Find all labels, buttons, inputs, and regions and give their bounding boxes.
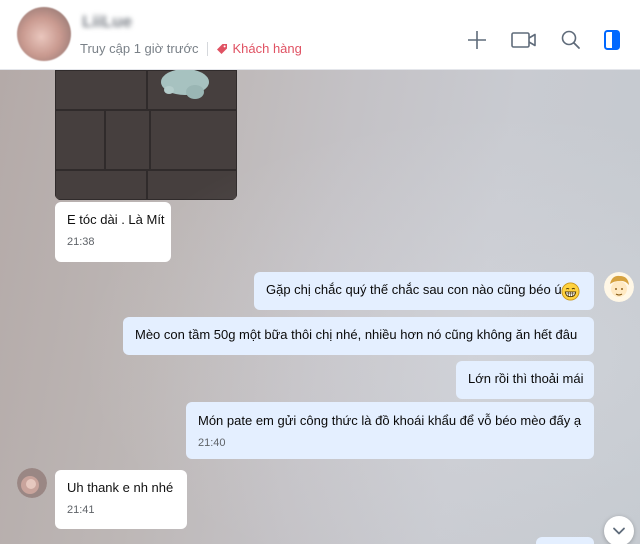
message-outgoing-partial[interactable] — [536, 537, 594, 544]
conversation-area[interactable]: E tóc dài . Là Mít 21:38 Gặp chị chắc qu… — [0, 70, 640, 544]
message-time: 21:40 — [198, 437, 226, 449]
customer-tag-label[interactable]: Khách hàng — [232, 41, 301, 56]
chat-header: LiiLue Truy cập 1 giờ trước Khách hàng — [0, 0, 640, 70]
last-seen-text: Truy cập 1 giờ trước — [80, 41, 199, 56]
scroll-to-bottom-button[interactable] — [604, 516, 634, 544]
my-avatar[interactable] — [604, 272, 634, 302]
message-text: Gặp chị chắc quý thế chắc sau con nào cũ… — [266, 282, 562, 297]
message-text: Món pate em gửi công thức là đồ khoái kh… — [198, 413, 582, 428]
image-message[interactable] — [55, 70, 237, 200]
search-icon[interactable] — [559, 28, 583, 52]
contact-avatar-small[interactable] — [17, 468, 47, 498]
contact-name[interactable]: LiiLue — [82, 12, 132, 32]
divider — [207, 41, 209, 56]
message-text: Lớn rồi thì thoải mái — [468, 371, 584, 386]
message-incoming[interactable]: E tóc dài . Là Mít 21:38 — [55, 202, 171, 262]
grin-emoji-icon — [561, 282, 580, 301]
contact-avatar[interactable] — [17, 7, 71, 61]
message-text: Uh thank e nh nhé — [67, 480, 174, 495]
message-outgoing[interactable]: Lớn rồi thì thoải mái — [456, 361, 594, 399]
cat-photo-detail — [161, 70, 209, 99]
video-call-icon[interactable] — [511, 28, 537, 52]
tag-icon[interactable] — [216, 43, 228, 55]
sidebar-panel-icon[interactable] — [600, 28, 624, 52]
message-time: 21:41 — [67, 504, 95, 516]
message-text: Mèo con tầm 50g một bữa thôi chị nhé, nh… — [135, 327, 578, 342]
add-icon[interactable] — [465, 28, 489, 52]
message-incoming[interactable]: Uh thank e nh nhé 21:41 — [55, 470, 187, 529]
contact-status-row: Truy cập 1 giờ trước Khách hàng — [80, 41, 302, 56]
message-time: 21:38 — [67, 236, 95, 248]
message-outgoing[interactable]: Món pate em gửi công thức là đồ khoái kh… — [186, 402, 594, 459]
message-outgoing[interactable]: Gặp chị chắc quý thế chắc sau con nào cũ… — [254, 272, 594, 310]
chevron-down-icon — [613, 527, 625, 535]
message-text: E tóc dài . Là Mít — [67, 212, 165, 227]
message-outgoing[interactable]: Mèo con tầm 50g một bữa thôi chị nhé, nh… — [123, 317, 594, 355]
